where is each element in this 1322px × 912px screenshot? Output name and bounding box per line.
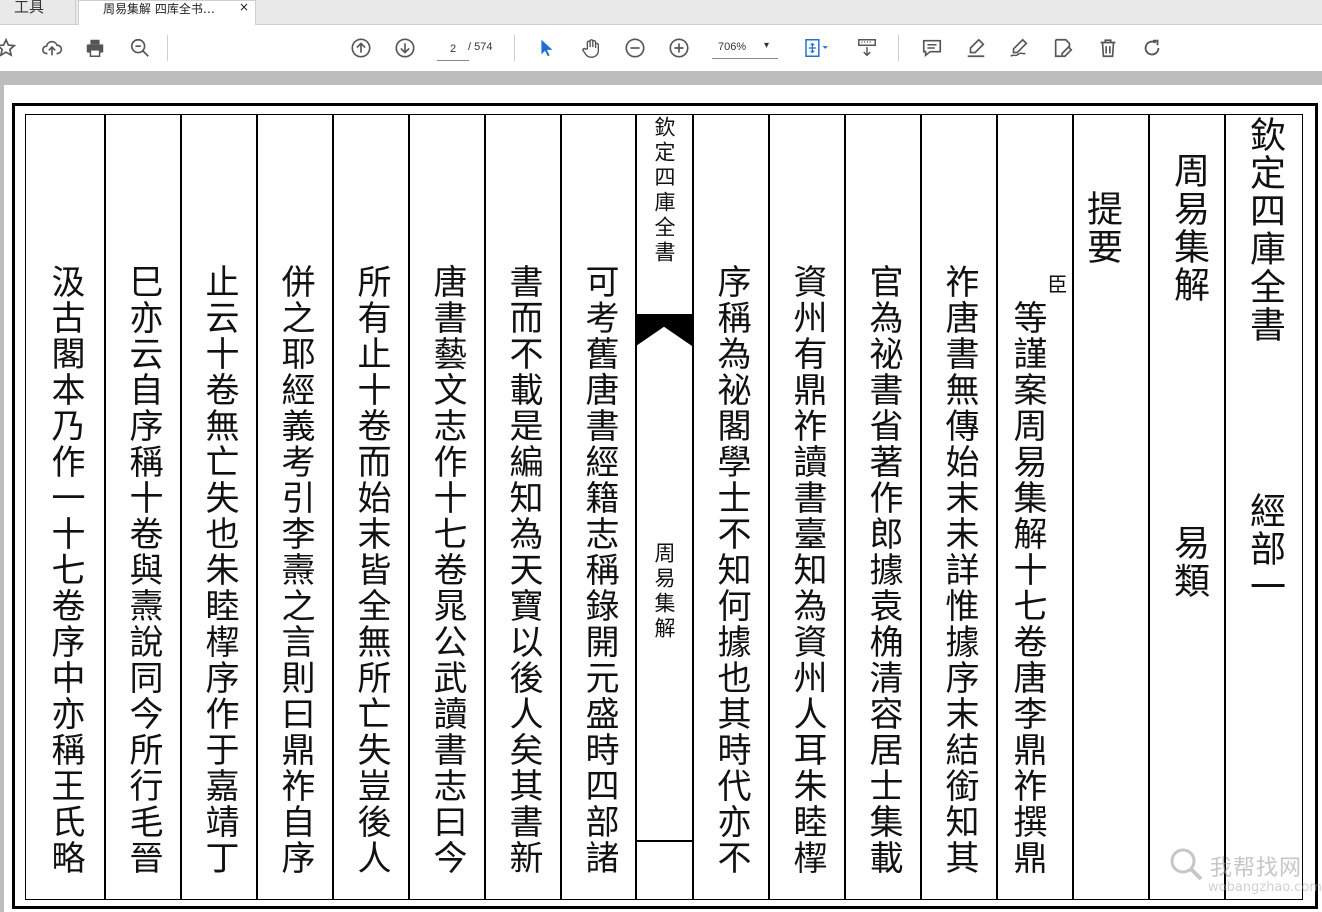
upload-icon[interactable] (38, 34, 66, 62)
zoom-in-icon[interactable] (665, 34, 693, 62)
column-text: 祚唐書無傳始末未詳惟據序末結銜知其 (939, 264, 979, 876)
text-column: 序稱為祕閣學士不知何據也其時代亦不 (694, 114, 768, 900)
tab-tools[interactable]: 工具 (0, 0, 76, 24)
print-icon[interactable] (81, 34, 109, 62)
text-column: 止云十卷無亡失也朱睦㮮序作于嘉靖丁 (182, 114, 256, 900)
column-text: 汲古閣本乃作一十七卷序中亦稱王氏略 (45, 264, 85, 876)
fish-tail-mark (636, 314, 692, 346)
zoom-search-icon[interactable] (126, 34, 154, 62)
column-text: 序稱為祕閣學士不知何據也其時代亦不 (711, 264, 751, 876)
fold-header: 欽定四庫全書 (652, 116, 676, 266)
highlight-icon[interactable] (962, 34, 990, 62)
column-text: 資州有鼎祚讀書臺知為資州人耳朱睦㮮 (787, 264, 827, 876)
book-title: 欽定四庫全書 (1244, 116, 1285, 344)
text-column: 官為祕書省著作郎據袁桷清容居士集載 (846, 114, 920, 900)
column-text: 巳亦云自序稱十卷與燾說同今所行毛晉 (123, 264, 163, 876)
text-column: 提要 (1064, 114, 1138, 900)
scroll-mode-icon[interactable] (853, 34, 881, 62)
tab-document[interactable]: 周易集解 四库全书… (78, 0, 256, 25)
select-pointer-icon[interactable] (532, 34, 560, 62)
rotate-icon[interactable] (1138, 34, 1166, 62)
text-column: 所有止十卷而始末皆全無所亡失豈後人 (334, 114, 408, 900)
page-number-input[interactable] (437, 38, 469, 61)
sign-icon[interactable] (1005, 34, 1033, 62)
minister-note: 臣 (1044, 274, 1068, 294)
zoom-out-icon[interactable] (621, 34, 649, 62)
abstract-heading: 提要 (1081, 190, 1122, 266)
column-text: 等謹案周易集解十七卷唐李鼎祚撰鼎 (1007, 300, 1047, 876)
text-column: 資州有鼎祚讀書臺知為資州人耳朱睦㮮 (770, 114, 844, 900)
text-column: 周易集解 易類 (1151, 114, 1225, 900)
edit-icon[interactable] (1049, 34, 1077, 62)
zoom-value: 706% (718, 41, 747, 53)
star-icon[interactable] (0, 34, 20, 62)
column-text: 併之耶經義考引李燾之言則曰鼎祚自序 (275, 264, 315, 876)
hand-icon[interactable] (577, 34, 605, 62)
close-tab-button[interactable]: × (236, 0, 252, 16)
text-column: 欽定四庫全書 經部一 (1227, 114, 1301, 900)
comment-icon[interactable] (918, 34, 946, 62)
viewer-background (0, 71, 1322, 85)
text-column: 祚唐書無傳始末未詳惟據序末結銜知其 (922, 114, 996, 900)
delete-icon[interactable] (1094, 34, 1122, 62)
center-fold-column: 欽定四庫全書 周易集解 (636, 114, 692, 900)
magnifier-logo-icon (1170, 848, 1203, 881)
fold-title: 周易集解 (652, 542, 676, 642)
text-column: 汲古閣本乃作一十七卷序中亦稱王氏略 (28, 114, 102, 900)
page-total: / 574 (468, 41, 493, 53)
toolbar: / 574 706% ▾ (0, 25, 1322, 71)
section-label: 經部一 (1244, 492, 1285, 606)
text-column: 唐書藝文志作十七卷晁公武讀書志曰今 (410, 114, 484, 900)
chevron-down-icon: ▾ (764, 40, 770, 51)
fold-divider (636, 840, 692, 842)
watermark: 我帮找网 wobangzhao.com (1168, 844, 1322, 904)
column-text: 所有止十卷而始末皆全無所亡失豈後人 (351, 264, 391, 876)
text-column: 臣 等謹案周易集解十七卷唐李鼎祚撰鼎 (998, 114, 1072, 900)
tab-tools-label: 工具 (14, 0, 45, 16)
text-column: 巳亦云自序稱十卷與燾說同今所行毛晉 (106, 114, 180, 900)
toolbar-divider (898, 35, 899, 61)
tab-bar: 工具 周易集解 四库全书… × (0, 0, 1322, 25)
column-text: 官為祕書省著作郎據袁桷清容居士集載 (863, 264, 903, 876)
zoom-select[interactable]: 706% ▾ (712, 38, 778, 59)
category-label: 易類 (1168, 524, 1209, 600)
watermark-url: wobangzhao.com (1208, 880, 1322, 895)
tab-document-title: 周易集解 四库全书… (103, 2, 215, 16)
text-column: 併之耶經義考引李燾之言則曰鼎祚自序 (258, 114, 332, 900)
column-text: 可考舊唐書經籍志稱錄開元盛時四部諸 (579, 264, 619, 876)
page-up-icon[interactable] (347, 34, 375, 62)
column-text: 止云十卷無亡失也朱睦㮮序作于嘉靖丁 (199, 264, 239, 876)
column-rule (1148, 114, 1150, 900)
text-column: 可考舊唐書經籍志稱錄開元盛時四部諸 (562, 114, 636, 900)
column-text: 書而不載是編知為天寶以後人矣其書新 (503, 264, 543, 876)
toolbar-divider (167, 35, 168, 61)
work-title: 周易集解 (1168, 152, 1209, 304)
text-column: 書而不載是編知為天寶以後人矣其書新 (486, 114, 560, 900)
column-text: 唐書藝文志作十七卷晁公武讀書志曰今 (427, 264, 467, 876)
watermark-name: 我帮找网 (1210, 856, 1303, 881)
page-down-icon[interactable] (391, 34, 419, 62)
fit-page-icon[interactable] (797, 34, 837, 62)
toolbar-divider (514, 35, 515, 61)
